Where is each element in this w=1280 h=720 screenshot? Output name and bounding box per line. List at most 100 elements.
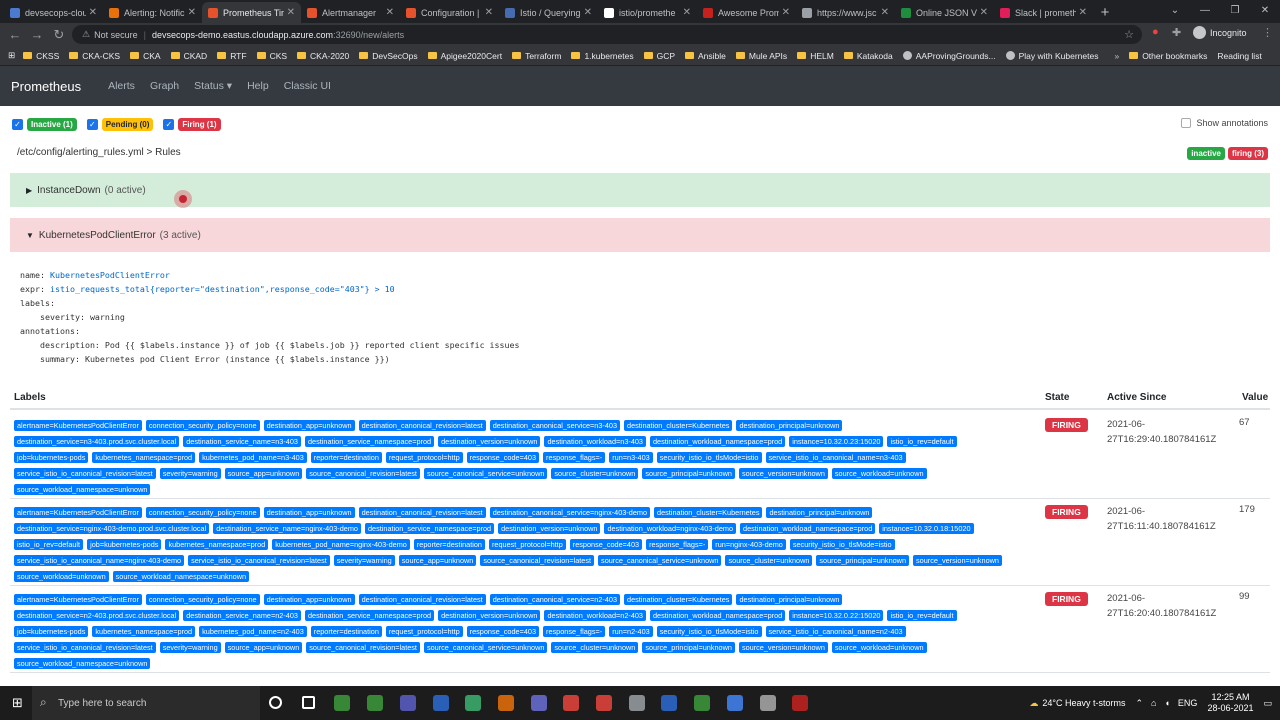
- app-icon[interactable]: [792, 695, 809, 711]
- app-icon[interactable]: [628, 695, 645, 711]
- bookmark-item[interactable]: CKA-CKS: [69, 51, 120, 61]
- browser-tab[interactable]: Alertmanager ✕: [301, 2, 400, 23]
- bookmark-item[interactable]: CKSS: [23, 51, 59, 61]
- bookmark-item[interactable]: CKA-2020: [297, 51, 349, 61]
- show-annotations-checkbox[interactable]: [1181, 118, 1192, 128]
- show-annotations-toggle[interactable]: Show annotations: [1181, 118, 1268, 128]
- chrome-icon[interactable]: [726, 695, 743, 711]
- tab-search-icon[interactable]: ⌄: [1160, 0, 1190, 22]
- tab-close-icon[interactable]: ✕: [188, 7, 196, 18]
- language-indicator[interactable]: ENG: [1178, 698, 1198, 708]
- browser-tab[interactable]: https://www.jsc ✕: [796, 2, 895, 23]
- app-icon[interactable]: [465, 695, 482, 711]
- app-icon[interactable]: [334, 695, 351, 711]
- nav-link[interactable]: Status ▾: [194, 80, 232, 92]
- app-icon[interactable]: [497, 695, 514, 711]
- close-window-button[interactable]: ✕: [1250, 0, 1280, 22]
- extensions-puzzle-icon[interactable]: ✚: [1172, 26, 1181, 39]
- bookmark-item[interactable]: GCP: [643, 51, 675, 61]
- tab-close-icon[interactable]: ✕: [881, 7, 889, 18]
- windows-start-icon[interactable]: ⊞: [12, 696, 26, 710]
- browser-tab[interactable]: Prometheus Tin ✕: [202, 2, 301, 23]
- bookmark-item[interactable]: CKAD: [170, 51, 207, 61]
- bookmark-item[interactable]: CKA: [130, 51, 161, 61]
- new-tab-button[interactable]: +: [1093, 2, 1117, 23]
- extension-icon[interactable]: ●: [1152, 26, 1159, 38]
- tab-close-icon[interactable]: ✕: [89, 7, 97, 18]
- bookmark-item[interactable]: RTF: [217, 51, 247, 61]
- browser-tab[interactable]: Configuration | ✕: [400, 2, 499, 23]
- browser-tab[interactable]: Istio / Querying ✕: [499, 2, 598, 23]
- app-icon[interactable]: [432, 695, 449, 711]
- bookmark-item[interactable]: DevSecOps: [359, 51, 418, 61]
- browser-tab[interactable]: istio/promethe ✕: [598, 2, 697, 23]
- bookmark-item[interactable]: CKS: [256, 51, 287, 61]
- rule-group-instancedown[interactable]: ▶ InstanceDown (0 active): [10, 173, 1270, 207]
- app-icon[interactable]: [563, 695, 580, 711]
- back-icon[interactable]: ←: [4, 27, 26, 42]
- tab-close-icon[interactable]: ✕: [485, 7, 493, 18]
- nav-link[interactable]: Graph: [150, 80, 179, 92]
- menu-icon[interactable]: ⋮: [1262, 26, 1273, 39]
- bookmark-item[interactable]: Ansible: [685, 51, 726, 61]
- app-icon[interactable]: [694, 695, 711, 711]
- maximize-button[interactable]: ❐: [1220, 0, 1250, 22]
- notifications-icon[interactable]: ▭: [1263, 698, 1272, 709]
- firing-filter-badge[interactable]: Firing (1): [178, 118, 221, 131]
- rule-expr-link[interactable]: istio_requests_total{reporter="destinati…: [50, 284, 395, 294]
- firing-checkbox[interactable]: ✓: [163, 119, 175, 130]
- app-icon[interactable]: [759, 695, 776, 711]
- app-icon[interactable]: [661, 695, 678, 711]
- apps-icon[interactable]: ⊞: [8, 50, 15, 61]
- bookmark-item[interactable]: 1.kubernetes: [571, 51, 634, 61]
- tab-close-icon[interactable]: ✕: [980, 7, 988, 18]
- tab-close-icon[interactable]: ✕: [683, 7, 691, 18]
- weather-text[interactable]: 24°C Heavy t-storms: [1042, 698, 1125, 708]
- nav-link[interactable]: Help: [247, 80, 269, 92]
- app-icon[interactable]: [530, 695, 547, 711]
- forward-icon[interactable]: →: [26, 27, 48, 42]
- task-view-icon[interactable]: [301, 696, 315, 709]
- app-icon[interactable]: [367, 695, 384, 711]
- url-input[interactable]: ⚠ Not secure | devsecops-demo.eastus.clo…: [72, 25, 1142, 44]
- browser-tab[interactable]: Alerting: Notific ✕: [103, 2, 202, 23]
- brand-link[interactable]: Prometheus: [11, 79, 81, 94]
- app-icon[interactable]: [399, 695, 416, 711]
- tab-close-icon[interactable]: ✕: [1079, 7, 1087, 18]
- tab-close-icon[interactable]: ✕: [782, 7, 790, 18]
- minimize-button[interactable]: —: [1190, 0, 1220, 22]
- bookmark-item[interactable]: Mule APIs: [735, 51, 787, 61]
- browser-tab[interactable]: Slack | prometh ✕: [994, 2, 1093, 23]
- pending-filter-badge[interactable]: Pending (0): [101, 118, 154, 131]
- browser-tab[interactable]: Awesome Prom ✕: [697, 2, 796, 23]
- inactive-checkbox[interactable]: ✓: [12, 119, 23, 130]
- network-icon[interactable]: ⌂: [1151, 698, 1156, 708]
- reload-icon[interactable]: ↻: [48, 27, 70, 43]
- bookmark-item[interactable]: Apigee2020Cert: [427, 51, 502, 61]
- browser-tab[interactable]: devsecops-clou ✕: [4, 2, 103, 23]
- more-bookmarks-icon[interactable]: »: [1114, 51, 1119, 61]
- clock[interactable]: 12:25 AM 28-06-2021: [1207, 692, 1253, 714]
- bookmark-item[interactable]: AAProvingGrounds...: [902, 51, 996, 61]
- bookmark-star-icon[interactable]: ☆: [1124, 28, 1134, 41]
- tab-close-icon[interactable]: ✕: [584, 7, 592, 18]
- other-bookmarks[interactable]: Other bookmarks: [1129, 51, 1207, 61]
- cortana-icon[interactable]: [269, 696, 282, 709]
- bookmark-item[interactable]: Katakoda: [843, 51, 893, 61]
- inactive-filter-badge[interactable]: Inactive (1): [27, 118, 77, 131]
- rule-name-link[interactable]: KubernetesPodClientError: [50, 270, 170, 280]
- taskbar-search-input[interactable]: ⌕ Type here to search: [32, 686, 260, 720]
- tab-close-icon[interactable]: ✕: [386, 7, 394, 18]
- rule-group-kubernetespodclienterror[interactable]: ▼ KubernetesPodClientError (3 active): [10, 218, 1270, 252]
- pending-checkbox[interactable]: ✓: [86, 119, 98, 130]
- bookmark-item[interactable]: HELM: [797, 51, 834, 61]
- nav-link[interactable]: Classic UI: [284, 80, 331, 92]
- incognito-badge[interactable]: Incognito: [1193, 26, 1247, 39]
- app-icon[interactable]: [596, 695, 612, 711]
- browser-tab[interactable]: Online JSON Vie✕: [895, 2, 994, 23]
- tab-close-icon[interactable]: ✕: [287, 7, 295, 18]
- bookmark-item[interactable]: Terraform: [512, 51, 561, 61]
- nav-link[interactable]: Alerts: [108, 80, 135, 92]
- bookmark-item[interactable]: Play with Kubernetes: [1005, 51, 1098, 61]
- tray-chevron-icon[interactable]: ⌃: [1136, 698, 1144, 709]
